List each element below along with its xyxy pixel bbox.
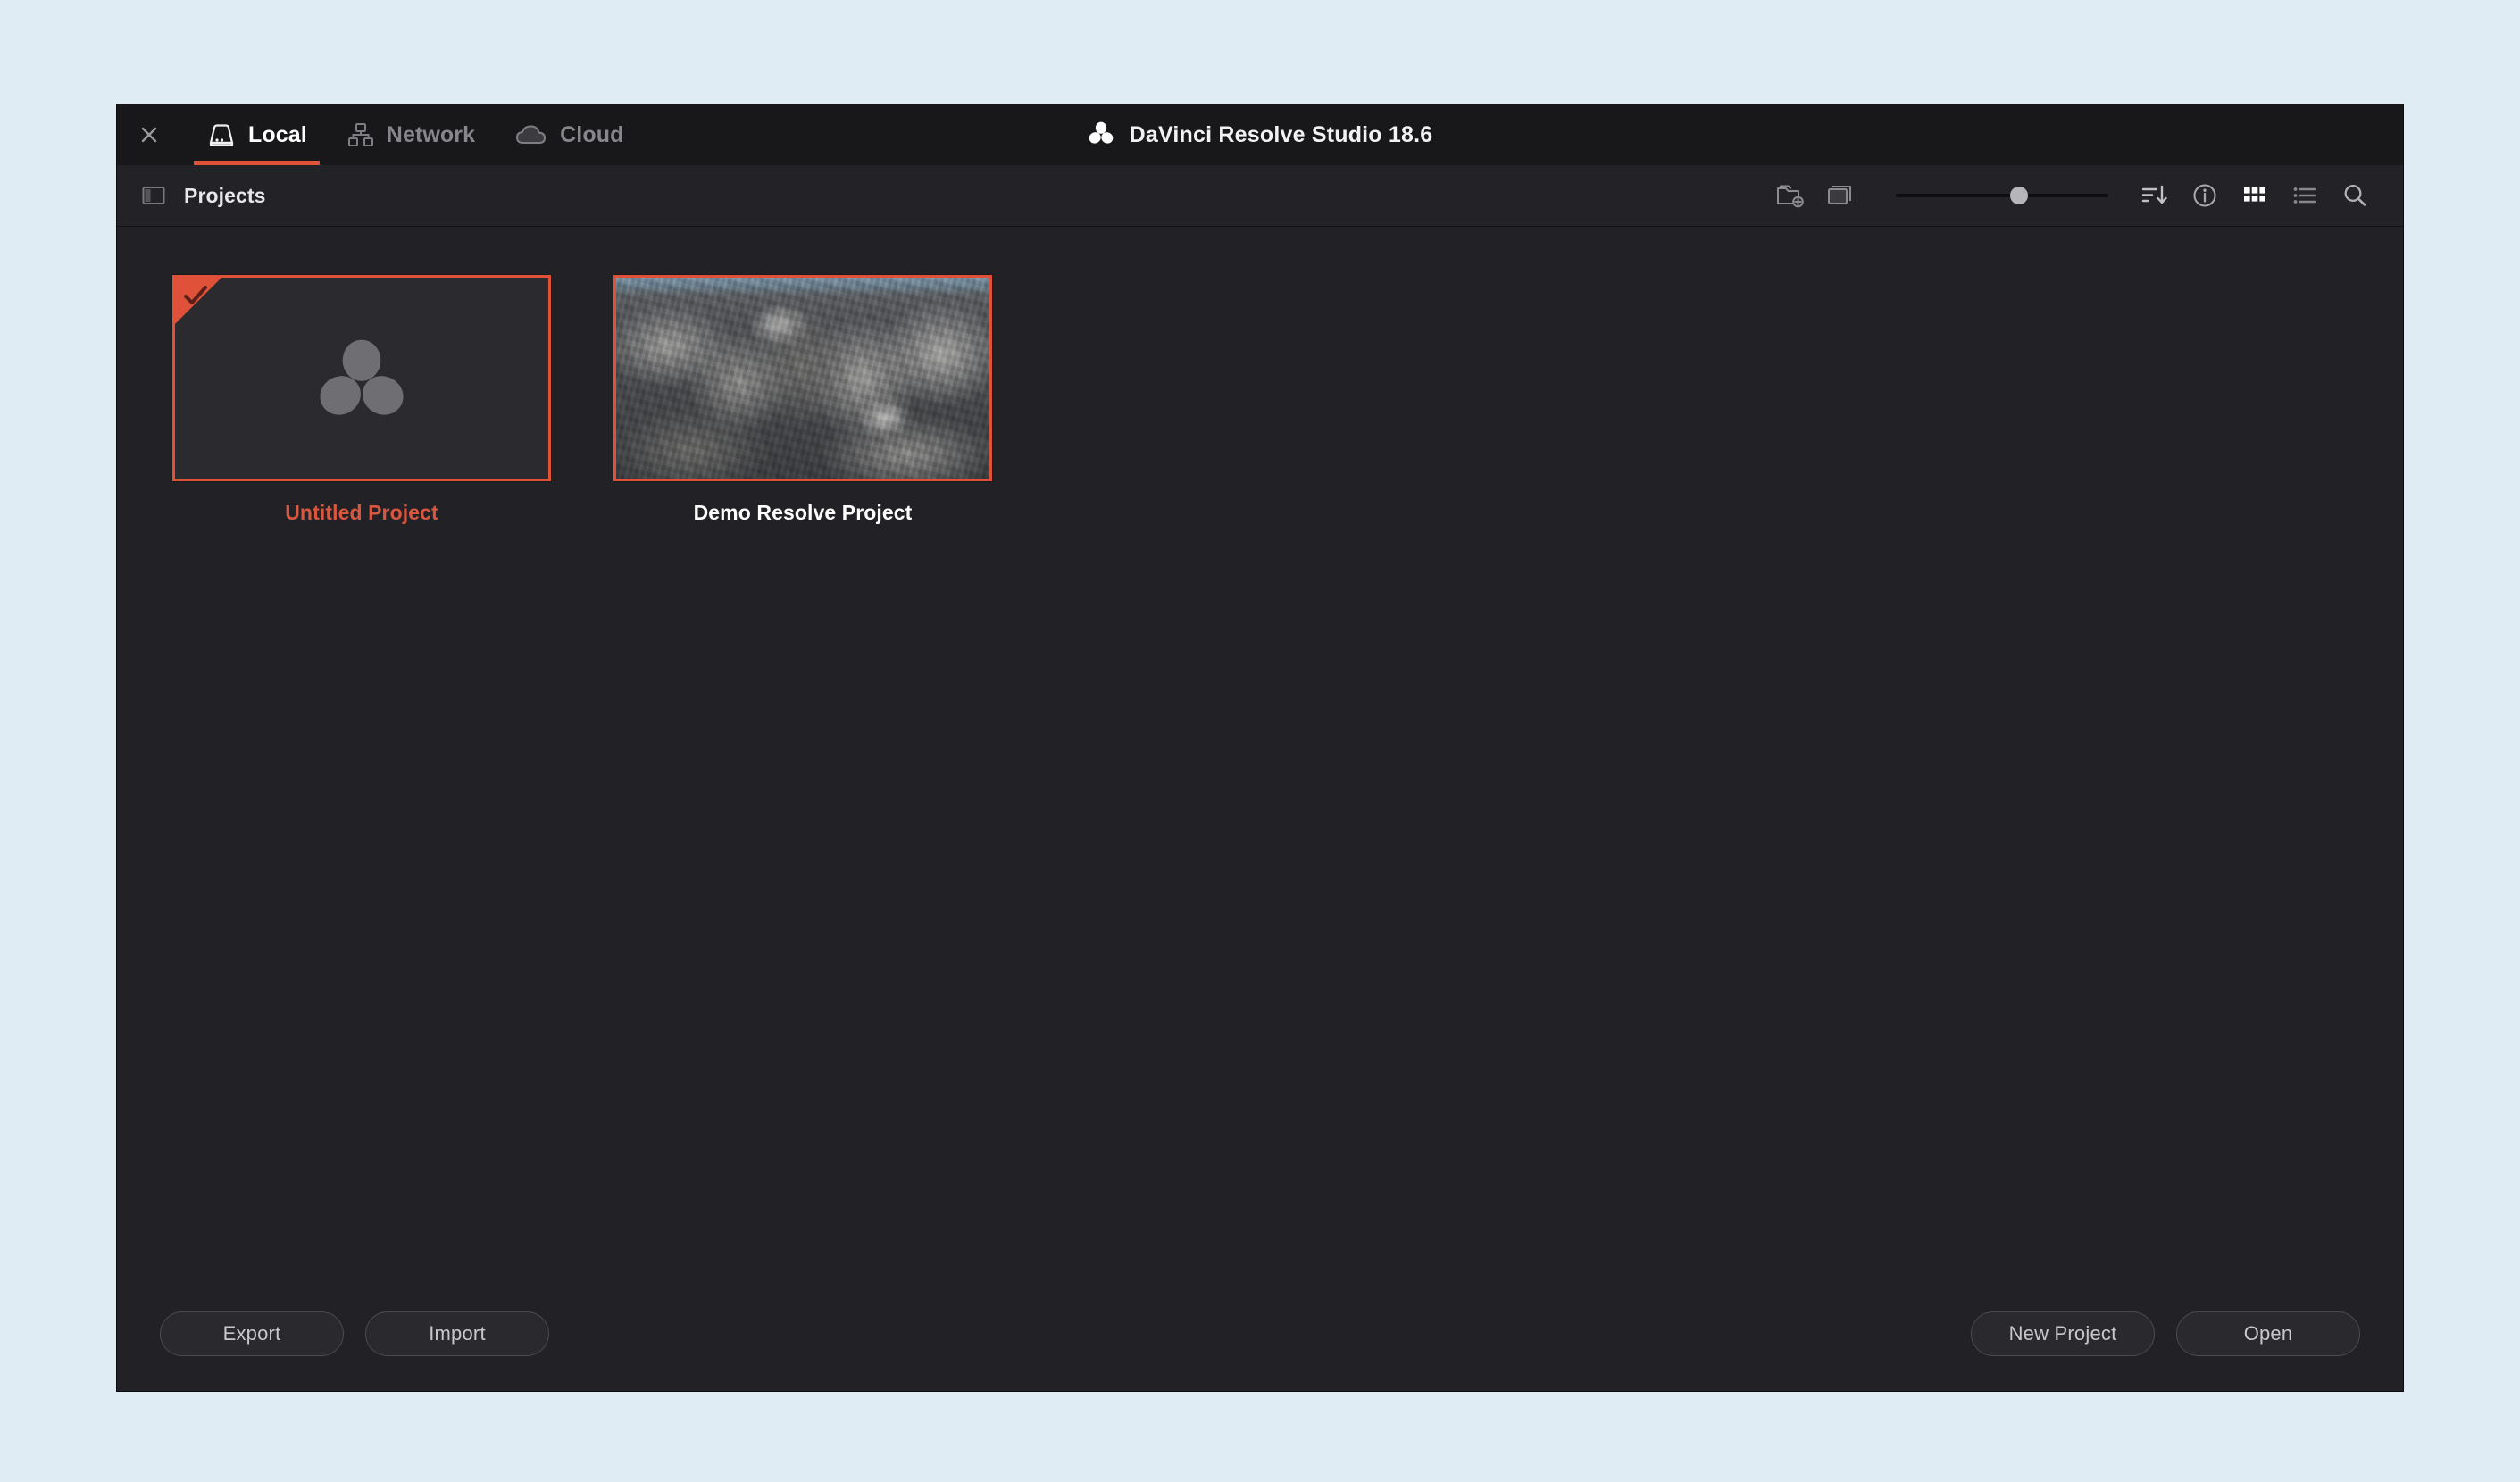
project-name: Demo Resolve Project [693,501,913,524]
project-grid: Untitled Project Demo Resolve Project [172,275,2403,525]
tab-cloud-label: Cloud [560,121,624,147]
cloud-icon [514,122,548,147]
project-thumbnail[interactable] [172,275,551,481]
project-card[interactable]: Demo Resolve Project [613,275,992,525]
tab-local[interactable]: Local [187,104,327,165]
project-library-button[interactable] [1815,171,1865,221]
list-view-icon [2293,187,2316,204]
project-name: Untitled Project [285,501,438,524]
window-header: Local Network Cloud DaVinci Resolve Stud… [117,104,2403,165]
close-icon [141,127,157,143]
tab-network-label: Network [386,121,476,147]
grid-view-icon [2244,187,2265,202]
sort-button[interactable] [2130,171,2180,221]
window-footer: Export Import New Project Open [117,1277,2403,1391]
storage-location-tabs: Local Network Cloud [187,104,643,165]
search-icon [2344,185,2366,206]
list-view-button[interactable] [2280,171,2330,221]
network-nodes-icon [346,121,375,148]
tab-local-label: Local [248,121,307,147]
project-thumbnail[interactable] [613,275,992,481]
resolve-logo-placeholder-icon [175,278,548,479]
project-card[interactable]: Untitled Project [172,275,551,525]
tab-cloud[interactable]: Cloud [495,104,643,165]
search-button[interactable] [2330,171,2380,221]
zoom-slider-track [1896,194,2108,197]
new-folder-icon [1777,185,1804,208]
import-button[interactable]: Import [365,1311,549,1356]
info-button[interactable] [2180,171,2230,221]
projects-toolbar: Projects [117,165,2403,227]
grid-view-button[interactable] [2230,171,2280,221]
tab-network[interactable]: Network [327,104,495,165]
projects-content-area: Untitled Project Demo Resolve Project [117,227,2403,1277]
new-folder-button[interactable] [1765,171,1815,221]
close-button[interactable] [124,104,174,165]
thumbnail-zoom-slider[interactable] [1896,171,2108,221]
app-title-text: DaVinci Resolve Studio 18.6 [1129,121,1433,147]
project-thumbnail-image [616,278,989,479]
new-project-button[interactable]: New Project [1971,1311,2155,1356]
current-project-badge [175,278,221,324]
export-button[interactable]: Export [160,1311,344,1356]
hard-drive-icon [206,121,237,148]
info-circle-icon [2193,184,2216,207]
sort-descending-icon [2141,185,2167,204]
project-manager-window: Local Network Cloud DaVinci Resolve Stud… [117,104,2403,1391]
resolve-logo-icon [1088,121,1114,150]
zoom-slider-knob[interactable] [2010,187,2029,204]
project-library-icon [1828,186,1851,204]
sidebar-toggle-icon[interactable] [140,182,167,209]
open-button[interactable]: Open [2176,1311,2360,1356]
breadcrumb: Projects [184,183,266,207]
